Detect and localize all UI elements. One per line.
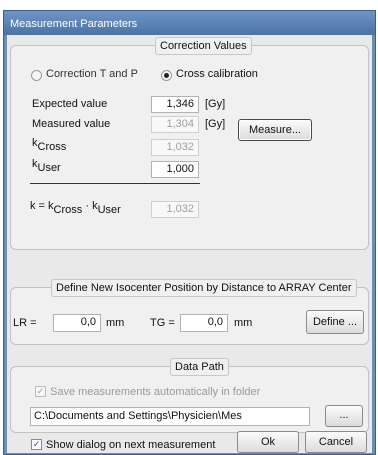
k-formula-label: k = kCross · kUser (30, 200, 121, 216)
expected-unit: [Gy] (205, 98, 226, 110)
formula-cross-sub: Cross (53, 204, 83, 216)
isocenter-legend: Define New Isocenter Position by Distanc… (51, 279, 357, 297)
correction-tp-radio[interactable] (31, 70, 42, 81)
expected-value-field[interactable]: 1,346 (151, 96, 199, 113)
radio-selected-dot (164, 73, 169, 78)
cancel-button[interactable]: Cancel (305, 431, 367, 453)
save-auto-checkbox: ✓ (35, 386, 46, 397)
browse-button-label: ... (339, 409, 349, 421)
data-path-field[interactable]: C:\Documents and Settings\Physicien\Mes … (30, 407, 310, 426)
measured-value-field: 1,304 (151, 116, 199, 133)
tg-field[interactable]: 0,0 (180, 314, 228, 332)
measured-unit: [Gy] (205, 118, 226, 130)
save-auto-label: Save measurements automatically in folde… (50, 386, 261, 398)
cross-calibration-label[interactable]: Cross calibration (176, 68, 258, 80)
ok-button[interactable]: Ok (237, 431, 299, 453)
k-cross-field: 1,032 (151, 139, 199, 156)
formula-prefix: k = k (30, 200, 54, 212)
show-dialog-label[interactable]: Show dialog on next measurement (46, 439, 215, 451)
measured-value-label: Measured value (32, 118, 111, 130)
correction-tp-label[interactable]: Correction T and P (46, 68, 138, 80)
define-button-label: Define ... (312, 316, 358, 328)
measure-button-label: Measure... (249, 124, 301, 136)
dialog-body: Correction Values Correction T and P Cro… (7, 35, 372, 453)
tg-unit: mm (234, 317, 253, 329)
title-bar[interactable]: Measurement Parameters (4, 11, 375, 35)
lr-field[interactable]: 0,0 (53, 314, 101, 332)
window-title: Measurement Parameters (10, 18, 138, 30)
k-result-field: 1,032 (151, 201, 199, 218)
measure-button[interactable]: Measure... (238, 119, 312, 141)
k-user-sub: User (37, 162, 61, 174)
lr-label: LR = (13, 317, 37, 329)
formula-divider (30, 183, 200, 184)
lr-unit: mm (106, 317, 125, 329)
cross-calibration-radio[interactable] (161, 70, 172, 81)
show-dialog-checkbox[interactable]: ✓ (31, 439, 42, 450)
data-path-legend: Data Path (170, 358, 229, 376)
k-cross-sub: Cross (37, 141, 67, 153)
k-user-field[interactable]: 1,000 (151, 161, 199, 178)
k-cross-label: kCross (32, 137, 66, 153)
dialog-window: Measurement Parameters Correction Values… (3, 10, 376, 455)
cancel-button-label: Cancel (318, 436, 354, 448)
ok-button-label: Ok (260, 436, 276, 448)
expected-value-label: Expected value (32, 98, 108, 110)
correction-values-legend: Correction Values (155, 37, 252, 55)
k-user-label: kUser (32, 158, 61, 174)
formula-dot: · (82, 200, 93, 212)
browse-button[interactable]: ... (325, 405, 363, 427)
tg-label: TG = (150, 317, 175, 329)
define-button[interactable]: Define ... (306, 310, 364, 334)
formula-user-sub: User (97, 204, 121, 216)
